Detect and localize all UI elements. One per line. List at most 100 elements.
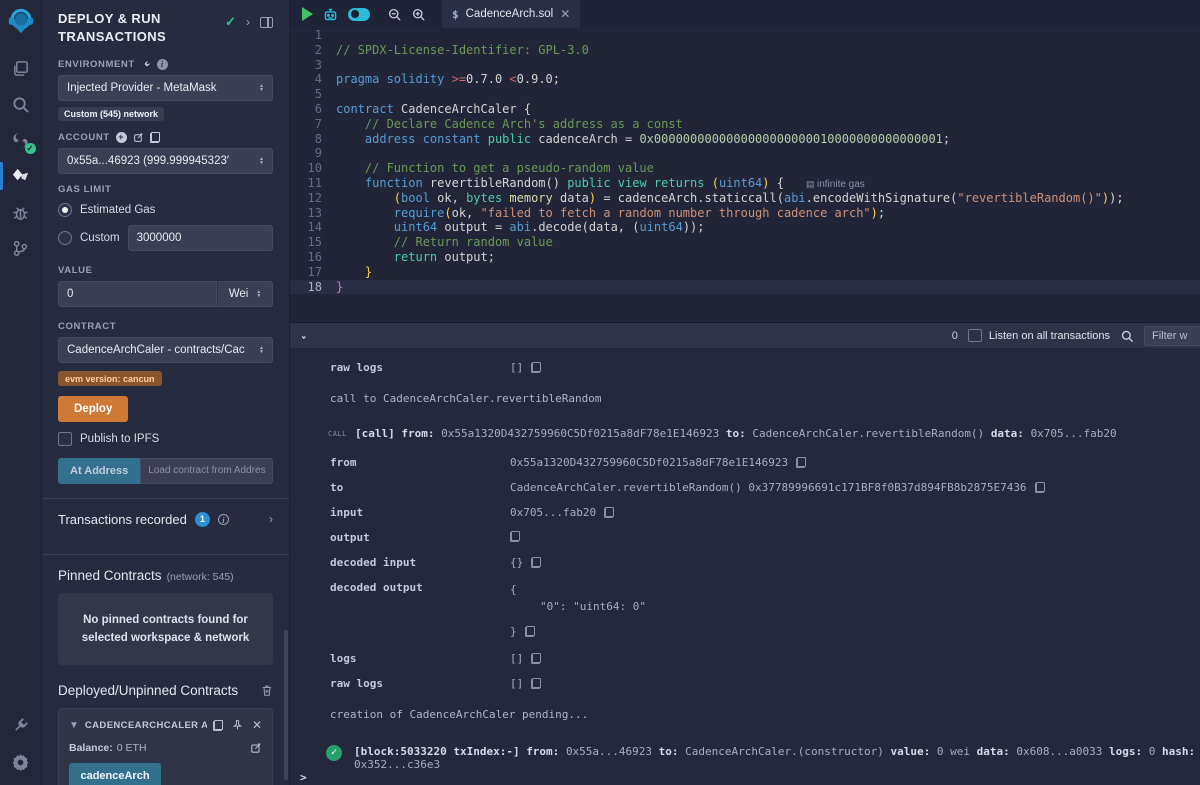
code-line[interactable]: 15 // Return random value	[290, 235, 1200, 250]
copy-icon[interactable]	[531, 557, 541, 568]
terminal-collapse-icon[interactable]: ⌄⌄	[300, 334, 308, 338]
value-input[interactable]: 0	[58, 281, 217, 307]
environment-select[interactable]: Injected Provider - MetaMask ▲▼	[58, 75, 273, 101]
copy-icon[interactable]	[531, 678, 541, 689]
line-number: 14	[290, 220, 336, 235]
transactions-recorded-row[interactable]: Transactions recorded 1 i ›	[58, 499, 273, 540]
listen-checkbox[interactable]	[968, 329, 982, 342]
line-number: 1	[290, 28, 336, 43]
sidebar-item-debugger[interactable]	[0, 194, 42, 230]
code-line[interactable]: 12 (bool ok, bytes memory data) = cadenc…	[290, 191, 1200, 206]
copy-icon[interactable]	[525, 626, 535, 637]
card-collapse-icon[interactable]: ▼	[69, 720, 79, 731]
code-line[interactable]: 18}	[290, 280, 1200, 295]
network-badge: Custom (545) network	[58, 107, 164, 121]
run-script-icon[interactable]	[302, 7, 313, 21]
sidebar-item-solidity-compiler[interactable]: ✓	[0, 122, 42, 158]
estimated-gas-radio[interactable]: Estimated Gas	[58, 203, 273, 217]
sidebar-item-git[interactable]	[0, 230, 42, 266]
terminal-count: 0	[952, 330, 958, 342]
zoom-in-icon[interactable]	[411, 7, 426, 22]
remove-contract-icon[interactable]: ✕	[252, 718, 262, 732]
code-line[interactable]: 11 function revertibleRandom() public vi…	[290, 176, 1200, 191]
sidebar-item-deploy-and-run[interactable]	[0, 158, 42, 194]
code-line[interactable]: 4pragma solidity >=0.7.0 <0.9.0;	[290, 72, 1200, 87]
terminal-prompt[interactable]: >	[290, 771, 1200, 784]
tab-cadencearch-sol[interactable]: $ CadenceArch.sol ✕	[442, 0, 580, 28]
code-line[interactable]: 1	[290, 28, 1200, 43]
copilot-toggle[interactable]	[348, 8, 370, 21]
code-line[interactable]: 10 // Function to get a pseudo-random va…	[290, 161, 1200, 176]
panel-scrollbar[interactable]	[284, 630, 288, 780]
copy-icon[interactable]	[510, 531, 520, 542]
terminal-search-icon[interactable]	[1120, 329, 1134, 343]
sidebar-item-settings[interactable]	[0, 743, 42, 779]
publish-ipfs-row[interactable]: Publish to IPFS	[58, 432, 273, 446]
code-line[interactable]: 5	[290, 87, 1200, 102]
estimated-gas-label: Estimated Gas	[80, 204, 155, 216]
gas-limit-label: GAS LIMIT	[58, 184, 273, 195]
custom-gas-input[interactable]: 3000000	[128, 225, 273, 251]
sidebar-item-search[interactable]	[0, 86, 42, 122]
code-line[interactable]: 3	[290, 58, 1200, 73]
deploy-button[interactable]: Deploy	[58, 396, 128, 422]
contract-select[interactable]: CadenceArchCaler - contracts/Cac ▲▼	[58, 337, 273, 363]
account-label: ACCOUNT +	[58, 132, 273, 143]
code-line[interactable]: 8 address constant public cadenceArch = …	[290, 132, 1200, 147]
pin-icon[interactable]	[232, 719, 243, 731]
value-unit-select[interactable]: Wei ▲▼	[217, 281, 273, 307]
gear-icon	[11, 752, 30, 771]
code-line[interactable]: 17 }	[290, 265, 1200, 280]
copy-icon[interactable]	[604, 507, 614, 518]
sidebar-item-plugin-manager[interactable]	[0, 707, 42, 743]
transactions-expand-icon[interactable]: ›	[269, 512, 273, 526]
git-branch-icon	[11, 239, 30, 258]
code-line[interactable]: 16 return output;	[290, 250, 1200, 265]
code-line[interactable]: 2// SPDX-License-Identifier: GPL-3.0	[290, 43, 1200, 58]
terminal-kv-row: from0x55a1320D432759960C5Df0215a8dF78e1E…	[290, 456, 1200, 469]
edit-balance-icon[interactable]	[250, 742, 262, 754]
code-line[interactable]: 9	[290, 146, 1200, 161]
terminal-filter-input[interactable]	[1144, 326, 1200, 346]
select-stepper-icon: ▲▼	[256, 290, 261, 298]
code-line[interactable]: 14 uint64 output = abi.decode(data, (uin…	[290, 220, 1200, 235]
contract-function-button[interactable]: cadenceArch	[69, 763, 161, 785]
line-number: 3	[290, 58, 336, 73]
terminal-kv-row: logs[]	[290, 652, 1200, 665]
code-editor[interactable]: 12// SPDX-License-Identifier: GPL-3.034p…	[290, 28, 1200, 322]
sign-message-icon[interactable]	[133, 132, 144, 143]
plug-mini-icon[interactable]	[141, 60, 151, 70]
copy-icon[interactable]	[796, 457, 806, 468]
panel-chevron-icon[interactable]: ›	[246, 15, 250, 29]
copy-address-icon[interactable]	[213, 720, 223, 731]
copy-account-icon[interactable]	[150, 132, 160, 143]
tab-close-icon[interactable]: ✕	[560, 7, 570, 21]
pin-panel-icon[interactable]	[260, 17, 273, 28]
remix-logo-icon[interactable]	[6, 6, 36, 36]
transactions-info-icon[interactable]: i	[218, 514, 229, 525]
publish-checkbox[interactable]	[58, 432, 72, 446]
zoom-out-icon[interactable]	[387, 7, 402, 22]
remix-ide: ✓ DEPLOY & RUN TRANSACTIONS ✓ ›	[0, 0, 1200, 785]
terminal-output[interactable]: raw logs[]call to CadenceArchCaler.rever…	[290, 349, 1200, 785]
listen-all-transactions[interactable]: Listen on all transactions	[968, 329, 1110, 342]
account-select[interactable]: 0x55a...46923 (999.999945323′ ▲▼	[58, 148, 273, 174]
at-address-button[interactable]: At Address	[58, 458, 140, 484]
success-check-icon: ✓	[326, 745, 342, 761]
code-line[interactable]: 6contract CadenceArchCaler {	[290, 102, 1200, 117]
at-address-input[interactable]: Load contract from Addres	[140, 458, 273, 484]
ai-copilot-icon[interactable]	[322, 6, 339, 23]
copy-icon[interactable]	[531, 362, 541, 373]
copy-icon[interactable]	[1035, 482, 1045, 493]
code-line[interactable]: 13 require(ok, "failed to fetch a random…	[290, 206, 1200, 221]
bug-icon	[11, 203, 30, 222]
value-label: VALUE	[58, 265, 273, 276]
sidebar-item-file-explorer[interactable]	[0, 50, 42, 86]
publish-label: Publish to IPFS	[80, 433, 159, 445]
environment-info-icon[interactable]: i	[157, 59, 168, 70]
add-account-icon[interactable]: +	[116, 132, 127, 143]
clear-deployed-trash-icon[interactable]	[261, 684, 273, 697]
code-line[interactable]: 7 // Declare Cadence Arch's address as a…	[290, 117, 1200, 132]
copy-icon[interactable]	[531, 653, 541, 664]
custom-gas-radio[interactable]: Custom	[58, 231, 120, 245]
